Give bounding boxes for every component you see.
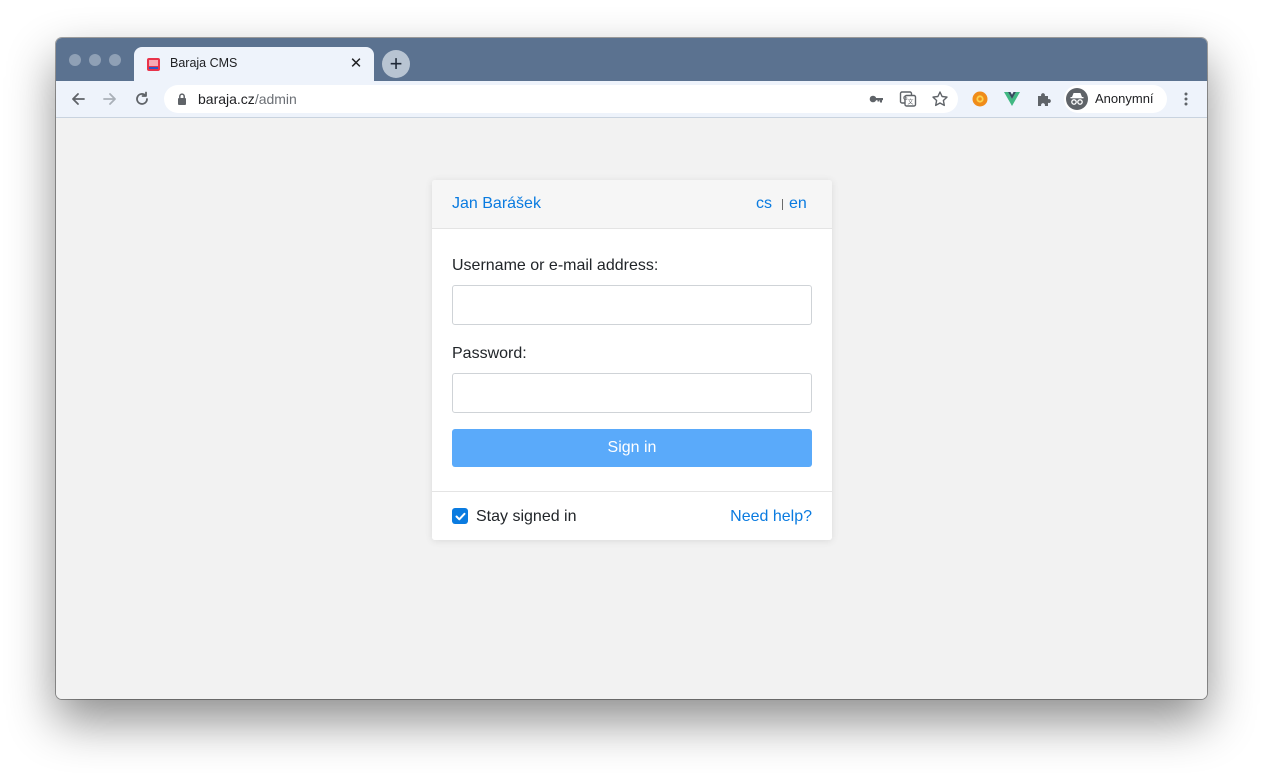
window-close-dot[interactable] bbox=[69, 54, 81, 66]
arrow-forward-icon[interactable] bbox=[97, 86, 123, 112]
sign-in-button[interactable]: Sign in bbox=[452, 429, 812, 467]
baraja-favicon-icon bbox=[146, 57, 161, 72]
star-icon[interactable] bbox=[930, 89, 950, 109]
username-label: Username or e-mail address: bbox=[452, 257, 659, 274]
login-card-header: Jan Barášek cs en bbox=[432, 180, 832, 229]
need-help-link[interactable]: Need help? bbox=[730, 508, 812, 526]
url-path: /admin bbox=[254, 91, 297, 107]
new-tab-button[interactable]: + bbox=[382, 50, 410, 78]
translate-icon[interactable]: G文 bbox=[898, 89, 918, 109]
reload-icon[interactable] bbox=[129, 86, 155, 112]
password-label: Password: bbox=[452, 345, 527, 362]
address-bar[interactable]: baraja.cz/admin G文 bbox=[164, 85, 958, 113]
tab-baraja-cms[interactable]: Baraja CMS ✕ bbox=[134, 47, 374, 81]
url-text[interactable]: baraja.cz/admin bbox=[198, 91, 297, 107]
lang-cs-link[interactable]: cs bbox=[756, 195, 772, 213]
kebab-menu-icon[interactable] bbox=[1176, 89, 1196, 109]
login-card: Jan Barášek cs en Username or e-mail add… bbox=[432, 180, 832, 540]
browser-window: Baraja CMS ✕ + baraja.cz/admin G文 Anonym… bbox=[56, 38, 1207, 699]
svg-text:文: 文 bbox=[908, 98, 914, 106]
brand-link[interactable]: Jan Barášek bbox=[452, 195, 541, 213]
tab-title: Baraja CMS bbox=[170, 56, 238, 70]
login-card-footer: Stay signed in Need help? bbox=[432, 491, 832, 540]
stay-signed-in-label[interactable]: Stay signed in bbox=[476, 508, 577, 526]
lang-en-link[interactable]: en bbox=[789, 195, 807, 213]
profile-button[interactable]: Anonymní bbox=[1064, 85, 1167, 113]
browser-toolbar: baraja.cz/admin G文 Anonymní bbox=[56, 81, 1207, 118]
close-icon[interactable]: ✕ bbox=[347, 54, 365, 72]
key-icon[interactable] bbox=[866, 89, 886, 109]
window-zoom-dot[interactable] bbox=[109, 54, 121, 66]
lock-icon[interactable] bbox=[176, 92, 188, 106]
incognito-icon bbox=[1066, 88, 1088, 110]
page-viewport: Jan Barášek cs en Username or e-mail add… bbox=[56, 118, 1207, 699]
window-minimize-dot[interactable] bbox=[89, 54, 101, 66]
url-host: baraja.cz bbox=[198, 91, 255, 107]
tab-strip: Baraja CMS ✕ + bbox=[56, 38, 1207, 81]
username-input[interactable] bbox=[452, 285, 812, 325]
password-input[interactable] bbox=[452, 373, 812, 413]
profile-name: Anonymní bbox=[1095, 91, 1154, 106]
checkmark-icon bbox=[455, 512, 465, 520]
vue-devtools-icon[interactable] bbox=[1002, 89, 1022, 109]
lang-separator bbox=[782, 199, 783, 210]
arrow-back-icon[interactable] bbox=[65, 86, 91, 112]
puzzle-icon[interactable] bbox=[1034, 89, 1054, 109]
stay-signed-in-checkbox[interactable] bbox=[452, 508, 468, 524]
sun-extension-icon[interactable] bbox=[970, 89, 990, 109]
